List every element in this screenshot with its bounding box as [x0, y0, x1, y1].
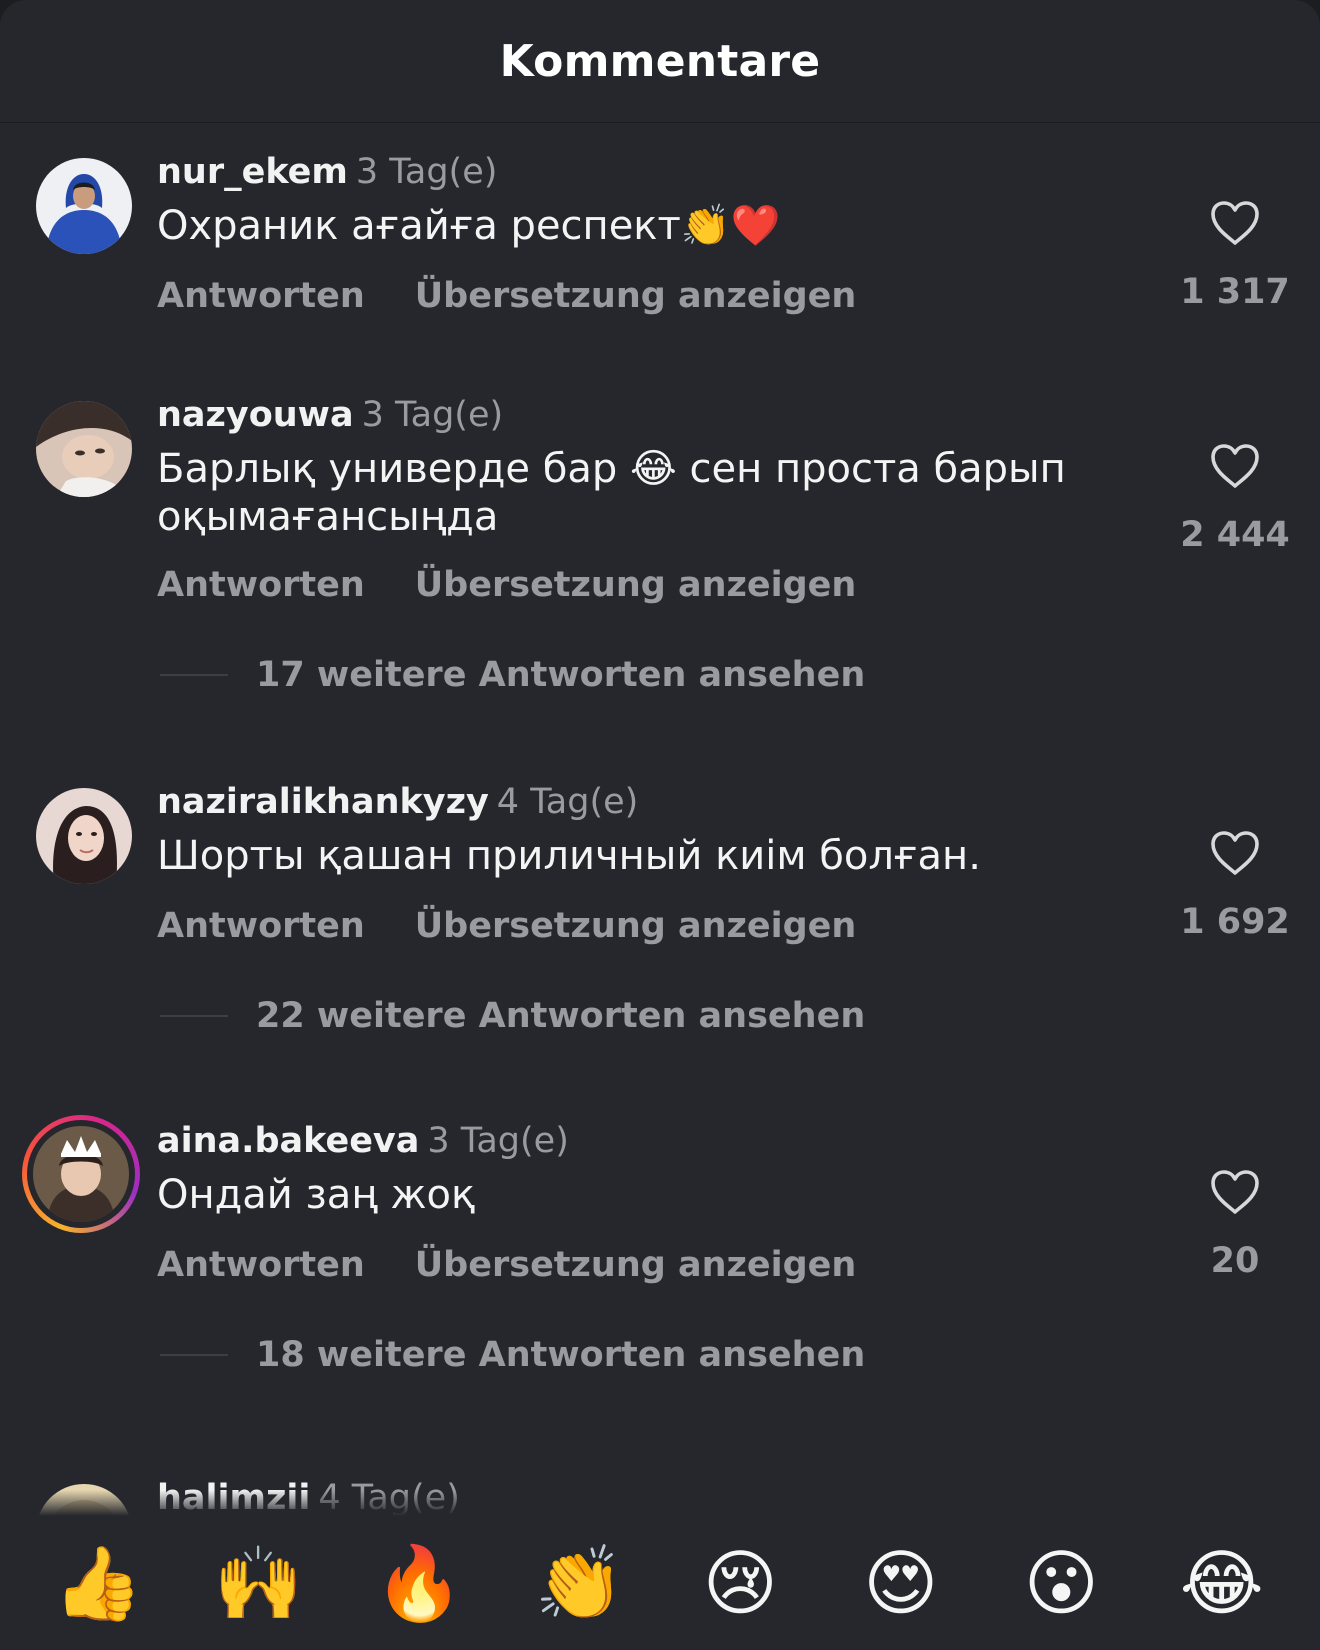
list-fade	[0, 1490, 1320, 1516]
show-translation-button[interactable]: Übersetzung anzeigen	[415, 906, 857, 946]
show-translation-button[interactable]: Übersetzung anzeigen	[415, 276, 857, 316]
comments-sheet: Kommentare nur_ekem 3 Tag(e) Охраник ағай…	[0, 0, 1320, 1650]
view-more-replies-label: 18 weitere Antworten ansehen	[256, 1335, 866, 1375]
view-more-replies-label: 17 weitere Antworten ansehen	[256, 655, 866, 695]
avatar[interactable]	[36, 158, 132, 254]
reply-button[interactable]: Antworten	[157, 906, 365, 946]
view-more-replies-button[interactable]: 18 weitere Antworten ansehen	[160, 1335, 865, 1375]
avatar-story-ring[interactable]	[22, 1115, 140, 1233]
comment-time: 3 Tag(e)	[427, 1121, 569, 1161]
replies-divider	[160, 674, 228, 676]
comment-text: Шорты қашан приличный киім болған.	[157, 833, 981, 879]
avatar	[33, 1126, 129, 1222]
view-more-replies-button[interactable]: 22 weitere Antworten ansehen	[160, 996, 865, 1036]
like-count: 1 692	[1180, 902, 1290, 942]
comment-username[interactable]: naziralikhankyzy	[157, 782, 489, 822]
avatar-image-icon	[36, 788, 132, 884]
like-button[interactable]	[1185, 830, 1285, 876]
comment-time: 3 Tag(e)	[361, 395, 504, 435]
comment-actions: Antworten Übersetzung anzeigen	[157, 276, 906, 316]
avatar-image-icon	[36, 158, 132, 254]
heart-outline-icon	[1211, 444, 1259, 488]
comment-actions: Antworten Übersetzung anzeigen	[157, 1245, 906, 1285]
reply-button[interactable]: Antworten	[157, 565, 365, 605]
fire-emoji-button[interactable]: 🔥	[364, 1528, 474, 1638]
comment-time: 3 Tag(e)	[355, 152, 498, 192]
comment-actions: Antworten Übersetzung anzeigen	[157, 565, 906, 605]
comment-text: Охраник ағайға респект👏❤️	[157, 203, 781, 249]
avatar[interactable]	[36, 788, 132, 884]
avatar-image-icon	[33, 1126, 129, 1222]
like-count: 20	[1210, 1241, 1260, 1281]
tears-of-joy-emoji-button[interactable]: 😂	[1167, 1528, 1277, 1638]
comment-meta: nur_ekem 3 Tag(e)	[157, 152, 497, 192]
heart-outline-icon	[1211, 1170, 1259, 1214]
comment-actions: Antworten Übersetzung anzeigen	[157, 906, 906, 946]
heart-outline-icon	[1211, 831, 1259, 875]
like-count: 1 317	[1180, 272, 1290, 312]
raising-hands-emoji-button[interactable]: 🙌	[204, 1528, 314, 1638]
thumbs-up-emoji-button[interactable]: 👍	[43, 1528, 153, 1638]
avatar-image-icon	[36, 401, 132, 497]
comment-meta: naziralikhankyzy 4 Tag(e)	[157, 782, 638, 822]
comment-username[interactable]: nur_ekem	[157, 152, 348, 192]
page-title: Kommentare	[499, 35, 821, 87]
comment-meta: aina.bakeeva 3 Tag(e)	[157, 1121, 569, 1161]
reply-button[interactable]: Antworten	[157, 1245, 365, 1285]
comment-username[interactable]: aina.bakeeva	[157, 1121, 419, 1161]
clapping-hands-emoji-button[interactable]: 👏	[525, 1528, 635, 1638]
comment-text: Барлық универде бар 😂 сен проста барып о…	[157, 446, 1066, 540]
comments-header: Kommentare	[0, 0, 1320, 123]
avatar[interactable]	[36, 401, 132, 497]
show-translation-button[interactable]: Übersetzung anzeigen	[415, 565, 857, 605]
crying-face-emoji-button[interactable]: 😢	[685, 1528, 795, 1638]
comment-meta: nazyouwa 3 Tag(e)	[157, 395, 503, 435]
like-button[interactable]	[1185, 1169, 1285, 1215]
view-more-replies-label: 22 weitere Antworten ansehen	[256, 996, 866, 1036]
like-count: 2 444	[1180, 515, 1290, 555]
comment-username[interactable]: nazyouwa	[157, 395, 354, 435]
reply-button[interactable]: Antworten	[157, 276, 365, 316]
heart-outline-icon	[1211, 201, 1259, 245]
comment-text: Ондай заң жоқ	[157, 1172, 476, 1218]
replies-divider	[160, 1354, 228, 1356]
comment-list[interactable]: nur_ekem 3 Tag(e) Охраник ағайға респект👏…	[0, 122, 1320, 1516]
surprised-face-emoji-button[interactable]: 😮	[1006, 1528, 1116, 1638]
like-button[interactable]	[1185, 443, 1285, 489]
view-more-replies-button[interactable]: 17 weitere Antworten ansehen	[160, 655, 865, 695]
comment-time: 4 Tag(e)	[496, 782, 639, 822]
show-translation-button[interactable]: Übersetzung anzeigen	[415, 1245, 857, 1285]
emoji-quick-reactions: 👍 🙌 🔥 👏 😢 😍 😮 😂	[0, 1516, 1320, 1650]
like-button[interactable]	[1185, 200, 1285, 246]
replies-divider	[160, 1015, 228, 1017]
heart-eyes-emoji-button[interactable]: 😍	[846, 1528, 956, 1638]
